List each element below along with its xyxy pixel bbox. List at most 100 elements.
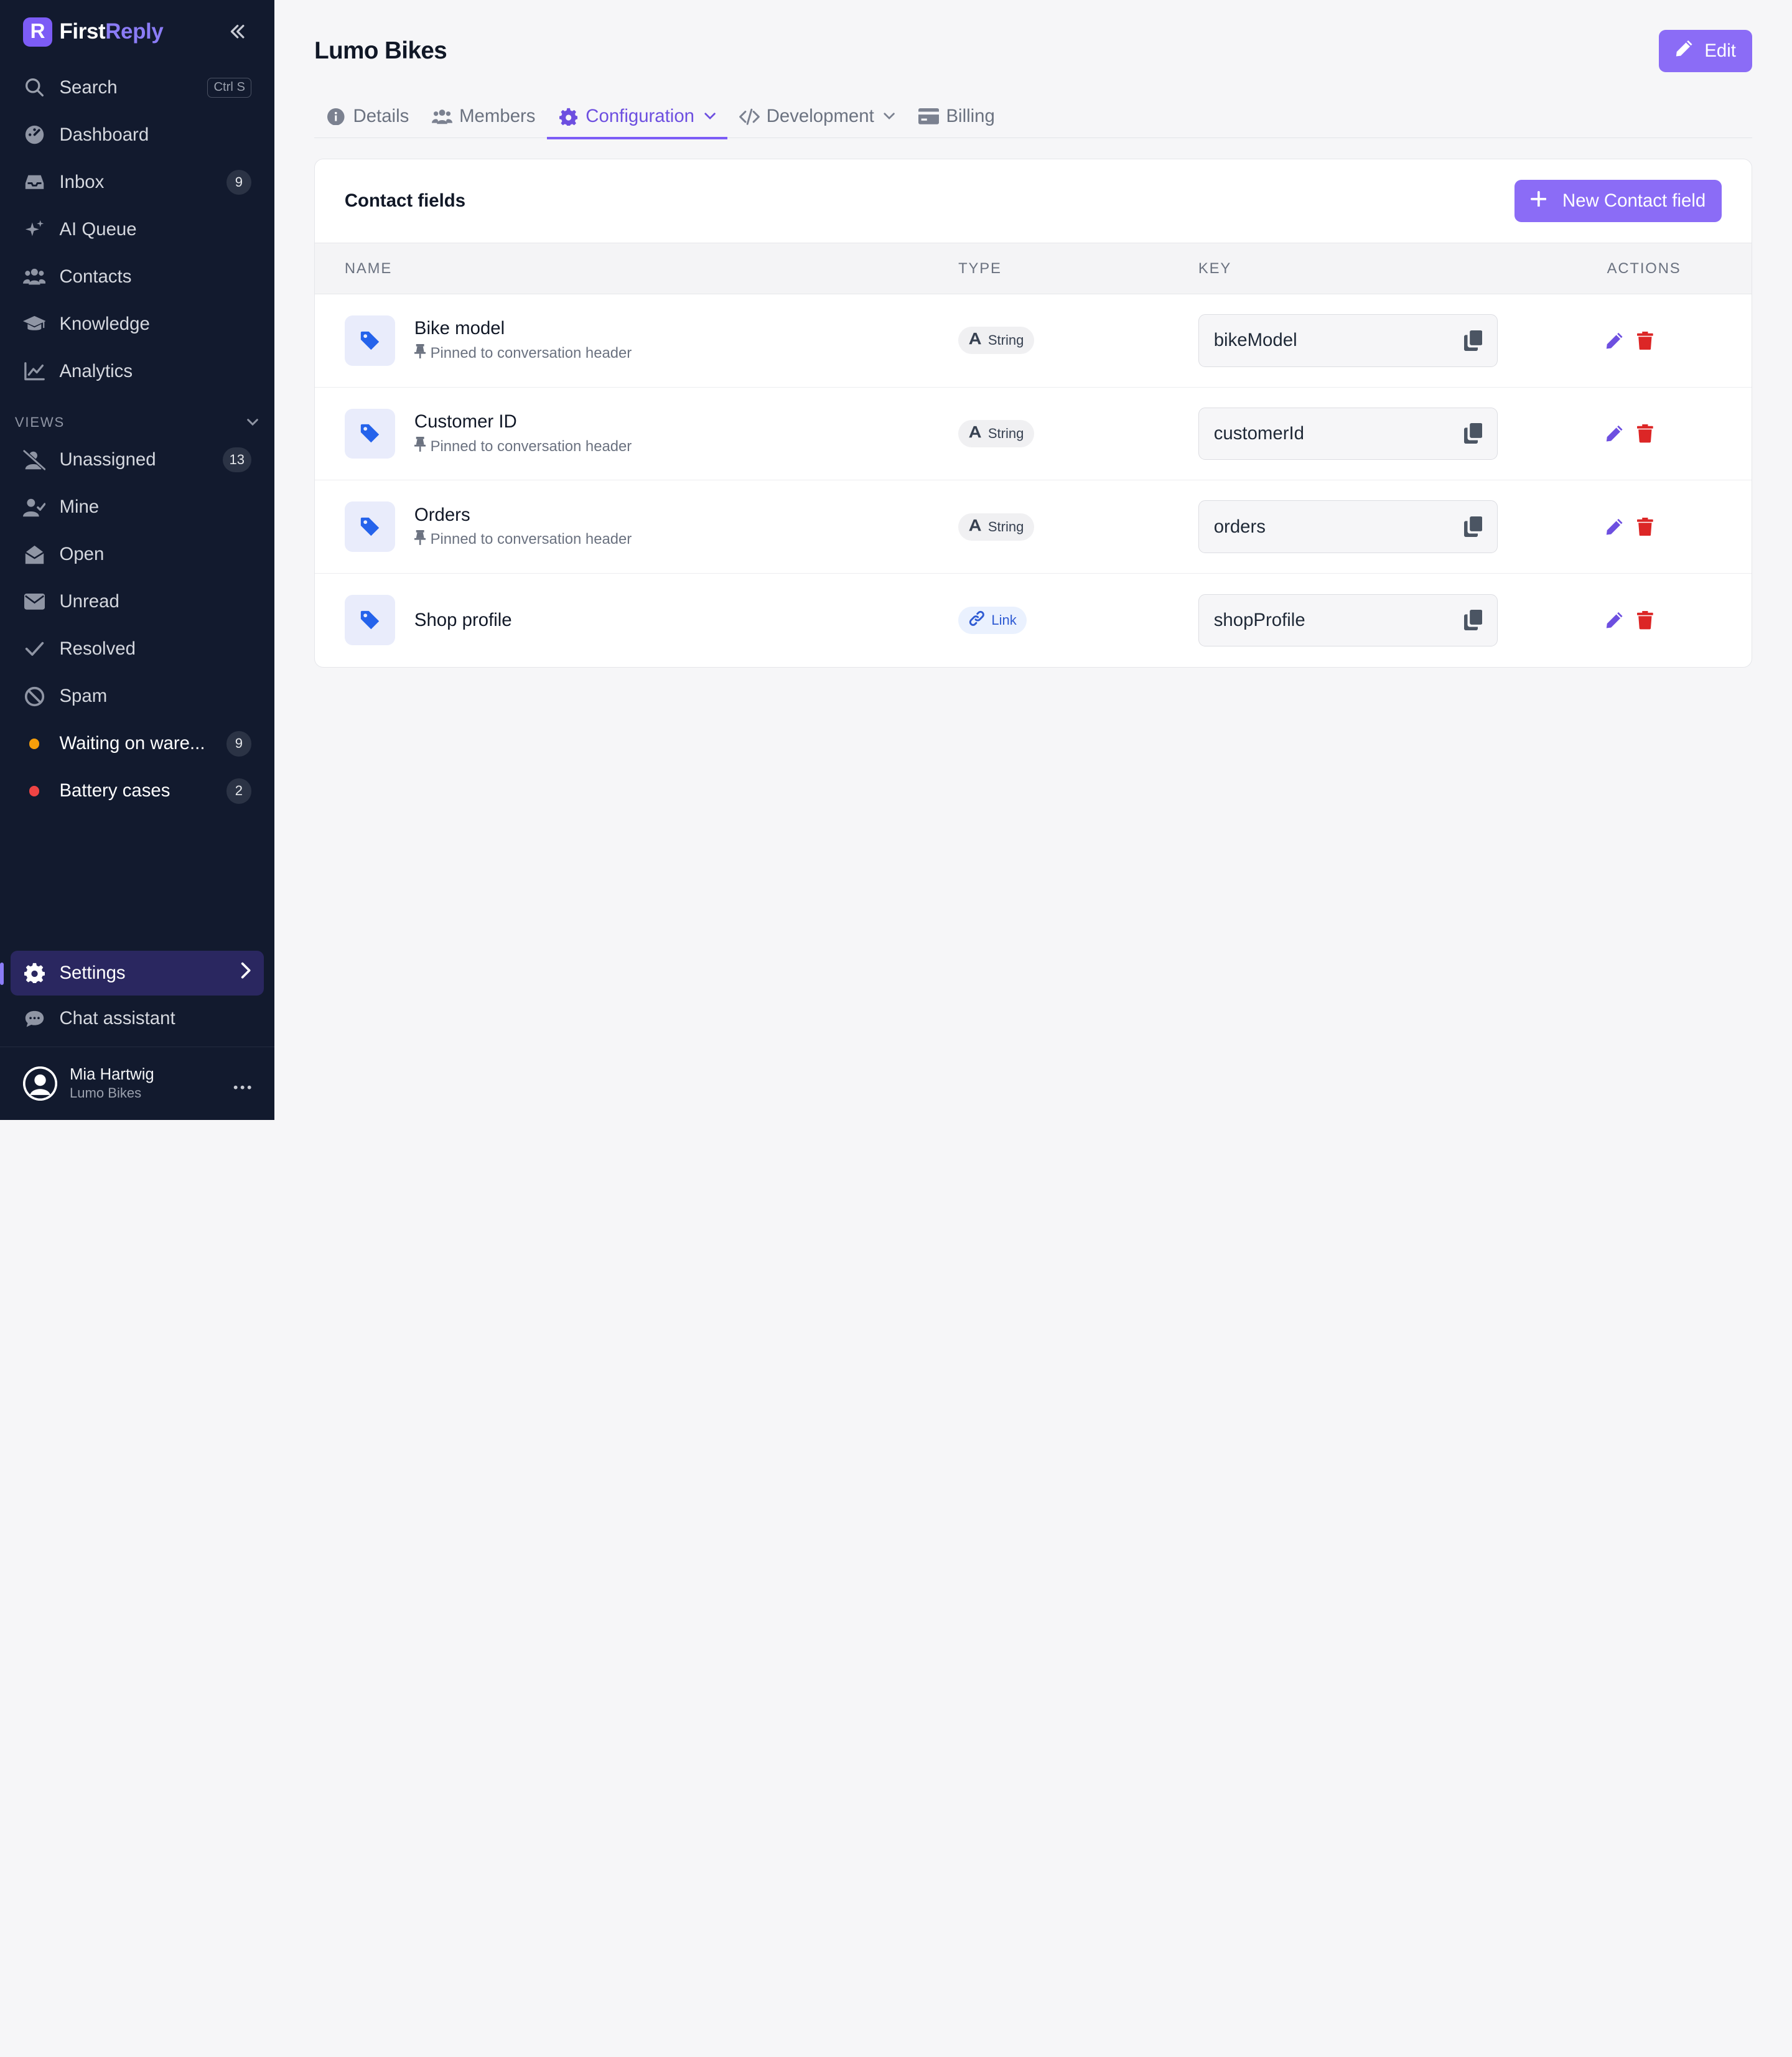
info-icon [325,106,346,127]
sidebar-item-label: Analytics [59,361,133,382]
search-icon [23,77,46,100]
sidebar-item-label: Spam [59,686,108,707]
sidebar-item-knowledge[interactable]: Knowledge [0,301,274,348]
field-key-cell: customerId [1198,407,1534,460]
sidebar-item-inbox[interactable]: Inbox 9 [0,159,274,206]
field-name: Bike model [414,318,505,339]
edit-button[interactable]: Edit [1658,29,1752,72]
sidebar-item-contacts[interactable]: Contacts [0,253,274,301]
brand-name: FirstReply [59,19,163,44]
status-dot-icon [23,732,46,755]
tab-configuration[interactable]: Configuration [546,95,728,140]
field-name-text: Shop profile [414,610,512,631]
field-key-value: customerId [1213,422,1305,444]
type-badge: String [958,513,1034,541]
page-header: Lumo Bikes Edit [314,29,1752,72]
string-type-icon [969,332,981,348]
sidebar-item-settings[interactable]: Settings [0,951,264,996]
trash-icon[interactable] [1637,518,1653,536]
field-key-box[interactable]: shopProfile [1198,594,1498,647]
sidebar-item-dashboard[interactable]: Dashboard [0,111,274,159]
sidebar-item-ai-queue[interactable]: AI Queue [0,206,274,253]
column-header-key[interactable]: KEY [1198,260,1534,278]
avatar [22,1066,57,1101]
user-check-icon [22,496,46,519]
tab-development[interactable]: Development [727,95,907,138]
sidebar-item-mine[interactable]: Mine [0,483,274,531]
trash-icon[interactable] [1637,611,1653,630]
check-icon [23,638,46,661]
status-dot-icon [23,780,46,803]
copy-icon[interactable] [1463,610,1483,631]
table-row[interactable]: Orders Pinned to conversation header Str… [315,480,1752,574]
type-badge: String [958,327,1034,355]
pin-icon [414,529,426,549]
sidebar-item-open[interactable]: Open [0,531,274,578]
sidebar-item-unassigned[interactable]: Unassigned 13 [0,436,274,483]
sidebar-item-label: Inbox [59,171,105,192]
field-subtitle: Pinned to conversation header [414,437,632,456]
edit-pencil-icon[interactable] [1605,518,1623,536]
collapse-sidebar-icon[interactable] [224,17,251,47]
sidebar-item-battery-cases[interactable]: Battery cases 2 [0,767,274,814]
tab-members[interactable]: Members [421,95,547,138]
table-row[interactable]: Shop profile Link shopProfile [315,574,1752,667]
tab-details[interactable]: Details [314,95,421,138]
trash-icon[interactable] [1637,331,1653,350]
field-type-cell: String [958,327,1198,355]
field-subtitle: Pinned to conversation header [414,529,632,549]
column-header-name[interactable]: NAME [345,260,958,278]
user-org: Lumo Bikes [70,1085,142,1101]
envelope-open-icon [23,543,46,566]
field-name: Orders [414,504,470,525]
edit-pencil-icon[interactable] [1605,611,1623,629]
new-contact-field-button[interactable]: New Contact field [1514,180,1722,223]
string-type-icon [969,426,981,442]
views-nav: Unassigned 13 Mine Open Unread Resolved … [0,436,274,814]
views-label: VIEWS [14,414,65,431]
edit-pencil-icon[interactable] [1605,332,1623,350]
sidebar-item-unread[interactable]: Unread [0,578,274,625]
sidebar-item-waiting-on-warehouse[interactable]: Waiting on ware... 9 [0,720,274,767]
column-header-type[interactable]: TYPE [958,260,1198,278]
card-header: Contact fields New Contact field [315,159,1752,243]
sidebar-item-resolved[interactable]: Resolved [0,625,274,673]
chart-line-icon [23,360,46,383]
tag-icon [344,315,395,366]
brand-name-first: First [59,19,106,44]
sidebar-item-analytics[interactable]: Analytics [0,348,274,395]
sidebar-item-chat-assistant[interactable]: Chat assistant [0,996,274,1042]
pin-icon [414,343,426,363]
field-key-box[interactable]: bikeModel [1198,314,1498,367]
link-icon [969,610,985,630]
table-row[interactable]: Bike model Pinned to conversation header… [315,294,1752,388]
field-name-text: Customer ID Pinned to conversation heade… [414,411,632,456]
sparkles-icon [23,218,46,241]
brand-logo-group[interactable]: R FirstReply [22,17,164,47]
tab-billing[interactable]: Billing [907,95,1006,138]
sidebar-bottom: Settings Chat assistant Mia Hartwig Lumo… [0,951,274,1120]
more-options-icon[interactable] [233,1072,251,1096]
field-name-cell: Orders Pinned to conversation header [344,501,958,553]
waiting-count-badge: 9 [226,731,252,757]
copy-icon[interactable] [1463,330,1483,351]
field-key-box[interactable]: orders [1198,500,1498,553]
user-name: Mia Hartwig [70,1066,154,1084]
sidebar-item-spam[interactable]: Spam [0,673,274,720]
field-name: Shop profile [414,609,512,630]
copy-icon[interactable] [1463,516,1483,538]
sidebar-item-search[interactable]: Search Ctrl S [0,64,274,111]
tab-label: Configuration [586,106,695,127]
trash-icon[interactable] [1637,424,1653,443]
table-row[interactable]: Customer ID Pinned to conversation heade… [315,388,1752,481]
field-key-box[interactable]: customerId [1198,407,1498,460]
field-name-cell: Customer ID Pinned to conversation heade… [344,408,958,459]
views-section-header[interactable]: VIEWS [0,402,274,436]
field-name-cell: Bike model Pinned to conversation header [344,315,958,366]
edit-pencil-icon[interactable] [1605,424,1623,442]
sidebar: R FirstReply Search Ctrl S Dashboard Inb… [0,0,274,1120]
copy-icon[interactable] [1463,423,1483,444]
chevron-down-icon [246,414,259,431]
field-subtitle: Pinned to conversation header [414,343,632,363]
user-profile[interactable]: Mia Hartwig Lumo Bikes [0,1047,274,1120]
